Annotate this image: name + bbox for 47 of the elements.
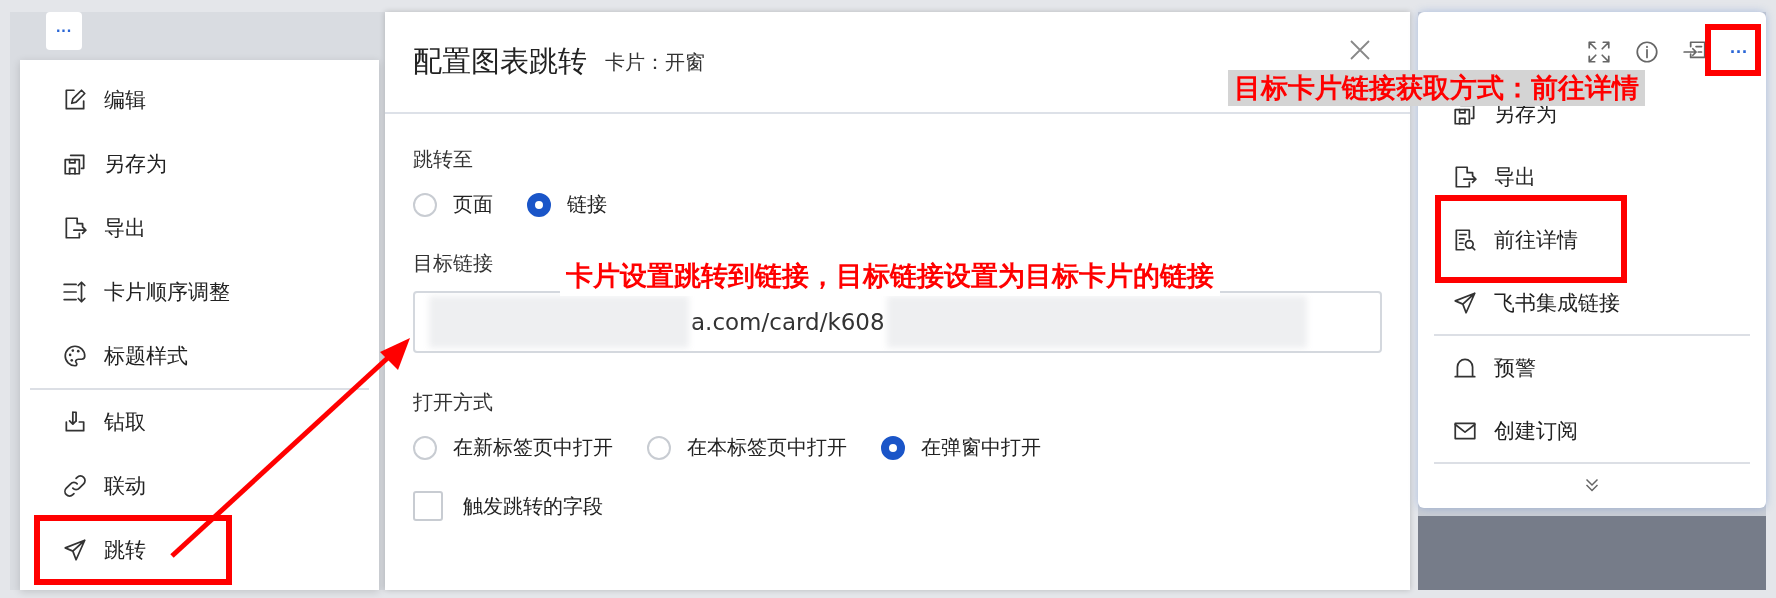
sort-icon — [62, 279, 88, 305]
edit-icon — [62, 87, 88, 113]
link-icon — [62, 473, 88, 499]
send-icon — [1452, 289, 1478, 316]
input-field[interactable]: a.com/card/k608 — [413, 291, 1382, 353]
export-icon — [62, 215, 88, 241]
save-icon — [62, 151, 88, 177]
menu-item[interactable]: 另存为 — [20, 132, 379, 196]
radio-option[interactable]: 页面 — [413, 191, 493, 218]
input-value: a.com/card/k608 — [690, 309, 886, 335]
radio-button[interactable] — [527, 192, 551, 217]
palette-icon — [62, 343, 88, 369]
menu-item[interactable]: 钻取 — [20, 390, 379, 454]
expand-icon[interactable] — [1586, 39, 1612, 65]
radio-option[interactable]: 在弹窗中打开 — [881, 434, 1041, 461]
menu-item[interactable]: 编辑 — [20, 68, 379, 132]
menu-item[interactable]: 联动 — [20, 454, 379, 518]
menu-item[interactable]: 导出 — [1424, 145, 1760, 208]
field-label: 跳转至 — [413, 146, 473, 173]
more-button[interactable]: ··· — [46, 12, 82, 50]
radio-option[interactable]: 链接 — [527, 191, 607, 218]
dialog-title: 配置图表跳转 — [413, 43, 587, 80]
export-icon — [1452, 163, 1478, 190]
more-button[interactable]: ··· — [1730, 41, 1748, 63]
radio-button[interactable] — [881, 435, 905, 460]
drill-down-icon — [62, 409, 88, 435]
checkbox-option[interactable]: 触发跳转的字段 — [413, 491, 1382, 521]
menu-item[interactable]: 飞书集成链接 — [1424, 271, 1760, 334]
close-icon[interactable] — [1348, 38, 1372, 62]
radio-option[interactable]: 在新标签页中打开 — [413, 434, 613, 461]
menu-item[interactable]: 前往详情 — [1424, 208, 1760, 271]
checkbox[interactable] — [413, 491, 443, 521]
send-icon — [62, 537, 88, 563]
highlight-box — [1705, 24, 1761, 76]
menu-item[interactable]: 预警 — [1424, 336, 1760, 399]
menu-item[interactable]: 创建订阅 — [1424, 399, 1760, 462]
menu-item[interactable]: 导出 — [20, 196, 379, 260]
menu-item[interactable]: 跳转 — [20, 518, 379, 582]
dialog-subtitle: 卡片：开窗 — [605, 48, 706, 76]
field-label: 目标链接 — [413, 250, 493, 277]
radio-option[interactable]: 在本标签页中打开 — [647, 434, 847, 461]
document-search-icon — [1452, 226, 1478, 253]
menu-item[interactable]: 卡片顺序调整 — [20, 260, 379, 324]
field-label: 打开方式 — [413, 389, 493, 416]
annotation-tooltip: 目标卡片链接获取方式：前往详情 — [1228, 70, 1645, 106]
menu-item[interactable]: 标题样式 — [20, 324, 379, 388]
info-icon[interactable] — [1634, 39, 1660, 65]
